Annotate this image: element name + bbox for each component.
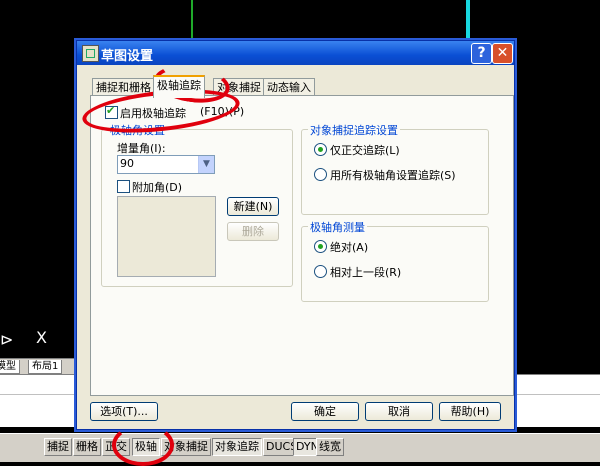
status-snap[interactable]: 捕捉 [44, 438, 72, 456]
tab-layout1[interactable]: 布局1 [28, 360, 63, 374]
additional-angle-label[interactable]: 附加角(D) [132, 179, 182, 195]
tab-polar-tracking[interactable]: 极轴追踪 [153, 75, 205, 98]
help-title-button[interactable]: ? [471, 43, 492, 64]
snap-tracking-group: 对象捕捉追踪设置 仅正交追踪(L) 用所有极轴角设置追踪(S) [301, 122, 489, 215]
ortho-only-label[interactable]: 仅正交追踪(L) [330, 142, 400, 158]
angle-measure-group: 极轴角测量 绝对(A) 相对上一段(R) [301, 219, 489, 302]
tab-dynamic-input[interactable]: 动态输入 [263, 78, 315, 96]
absolute-label[interactable]: 绝对(A) [330, 239, 368, 255]
ok-button[interactable]: 确定 [291, 402, 359, 421]
relative-label[interactable]: 相对上一段(R) [330, 264, 401, 280]
drawing-line-cyan [466, 0, 470, 45]
title-bar[interactable]: 草图设置 ? ✕ [77, 41, 514, 65]
status-otrack[interactable]: 对象追踪 [212, 438, 262, 456]
absolute-radio[interactable] [314, 240, 327, 253]
chevron-down-icon[interactable]: ▼ [198, 156, 214, 173]
ortho-only-radio[interactable] [314, 143, 327, 156]
increment-angle-label: 增量角(I): [117, 142, 166, 155]
increment-angle-value: 90 [120, 157, 134, 170]
polar-angle-group: 极轴角设置 增量角(I): 90 ▼ 附加角(D) 新建(N) 删除 [101, 122, 293, 287]
close-button[interactable]: ✕ [492, 43, 513, 64]
delete-angle-button[interactable]: 删除 [227, 222, 279, 241]
dialog-title: 草图设置 [101, 49, 154, 64]
snap-tracking-group-label: 对象捕捉追踪设置 [308, 122, 400, 138]
all-polar-label[interactable]: 用所有极轴角设置追踪(S) [330, 167, 456, 183]
relative-radio[interactable] [314, 265, 327, 278]
status-grid[interactable]: 栅格 [73, 438, 101, 456]
new-angle-button[interactable]: 新建(N) [227, 197, 279, 216]
cancel-button[interactable]: 取消 [365, 402, 433, 421]
ucs-icon: ⊳ X [0, 328, 47, 349]
help-button[interactable]: 帮助(H) [439, 402, 501, 421]
additional-angle-list[interactable] [117, 196, 216, 277]
additional-angle-checkbox[interactable] [117, 180, 130, 193]
options-button[interactable]: 选项(T)... [90, 402, 158, 421]
tab-model[interactable]: 模型 [0, 360, 20, 374]
drawing-line-green [191, 0, 193, 45]
increment-angle-select[interactable]: 90 ▼ [117, 155, 215, 174]
app-icon [82, 45, 99, 62]
status-lineweight[interactable]: 线宽 [316, 438, 344, 456]
angle-measure-group-label: 极轴角测量 [308, 219, 367, 235]
status-bar: 捕捉 栅格 正交 极轴 对象捕捉 对象追踪 DUCS DYN 线宽 [0, 433, 600, 462]
ucs-x-label: X [36, 328, 47, 347]
annotation-circle-polar [112, 424, 174, 466]
all-polar-radio[interactable] [314, 168, 327, 181]
tab-panel: 启用极轴追踪 (F10)(P) 极轴角设置 增量角(I): 90 ▼ 附加角(D… [90, 95, 514, 396]
